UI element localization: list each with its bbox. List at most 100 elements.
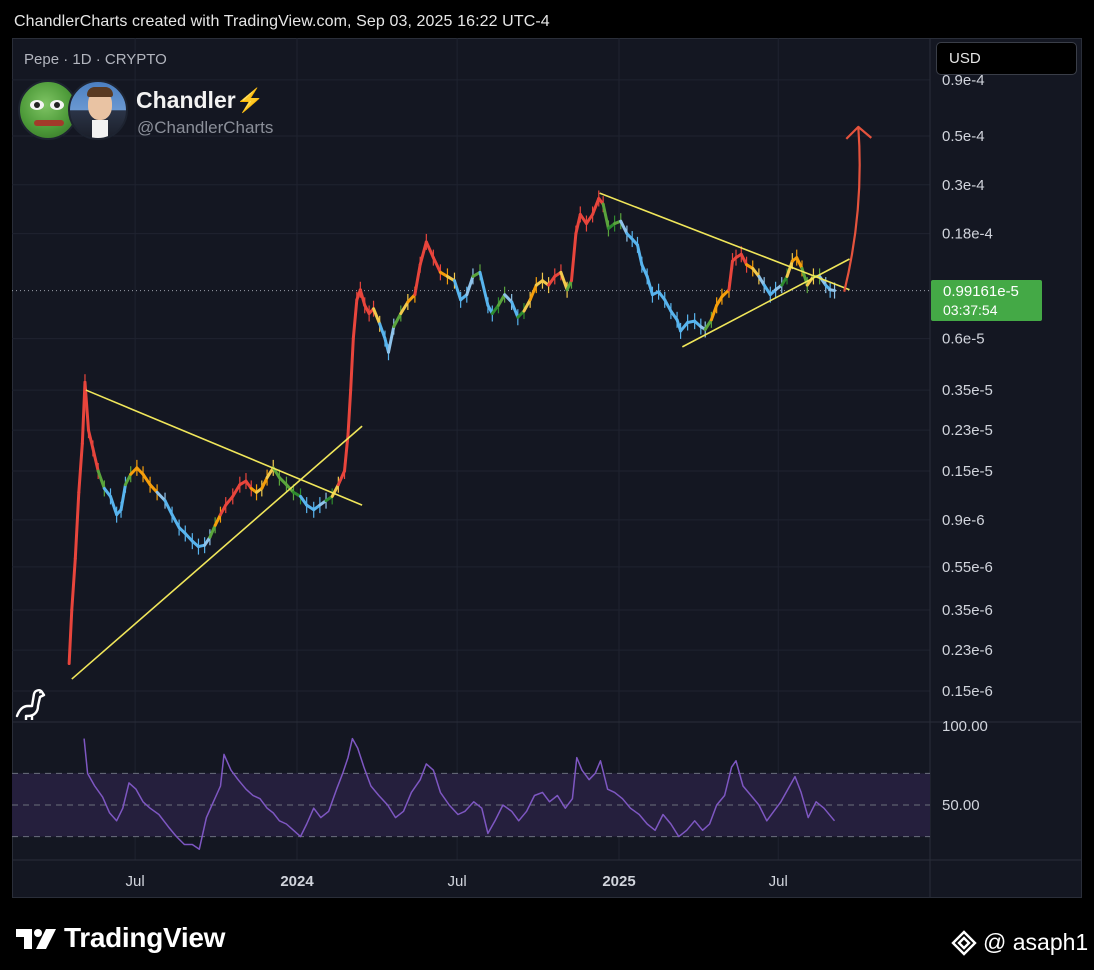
author-name: Chandler⚡ [136,87,265,113]
dino-icon[interactable] [14,686,48,720]
bar-countdown: 03:37:54 [943,302,998,318]
price-segment [123,472,133,487]
price-segment [703,318,713,331]
price-segment [372,307,382,326]
price-segment [584,212,595,226]
price-segment [406,293,417,304]
price-segment [102,486,112,498]
last-price-badge: 0.99161e-5 03:37:54 [931,280,1042,321]
x-tick-label: Jul [126,873,145,890]
price-segment [496,293,507,307]
price-segment [715,295,724,307]
price-segment [392,312,403,329]
price-segment [399,300,410,316]
price-segment [478,270,490,307]
axes: 0.9e-40.5e-40.3e-40.18e-40.6e-50.35e-50.… [126,72,993,890]
trendline [85,389,363,506]
price-segment [431,256,442,274]
price-segment [591,196,601,216]
price-segment [67,608,74,666]
price-segment [574,212,582,236]
drawings [71,125,873,680]
price-segment [565,279,573,292]
price-segment [378,322,387,341]
price-segment [170,513,181,530]
y-tick-label: 0.18e-4 [942,226,993,243]
y-tick-label: 0.23e-6 [942,642,993,659]
y-tick-label: 0.15e-5 [942,463,993,480]
currency-selector[interactable]: USD [936,42,1077,75]
tradingview-mark-icon [16,929,56,949]
watermark-text: @ asaph1 [983,929,1089,955]
price-segment [148,483,159,494]
price-segment [299,494,309,507]
price-segment [619,219,629,236]
price-segment [208,523,217,539]
price-segment [163,499,174,517]
rsi-tick-label: 100.00 [942,718,988,735]
price-segment [224,494,235,507]
tradingview-logo[interactable]: TradingView [14,920,225,956]
price-segment [751,266,761,278]
price-segment [795,256,804,270]
y-tick-label: 0.3e-4 [942,177,985,194]
y-tick-label: 0.35e-5 [942,382,993,399]
tradingview-wordmark: TradingView [64,922,226,953]
grid [12,38,1082,898]
price-segment [108,494,119,517]
price-segment [547,274,557,287]
price-segment [386,325,396,354]
author-avatar [68,80,128,140]
trendline [681,258,850,348]
price-chart[interactable]: 0.9e-40.5e-40.3e-40.18e-40.6e-50.35e-50.… [12,38,1082,898]
y-tick-label: 0.6e-5 [942,331,985,348]
price-segment [780,274,789,287]
price-segment [358,288,367,307]
price-segment [503,293,514,304]
price-segment [73,490,81,561]
price-segment [86,428,95,450]
price-segment [663,298,673,313]
price-segment [183,531,194,543]
price-segment [418,240,428,267]
price-series [67,190,837,666]
price-segment [141,472,152,487]
price-segment [578,212,588,226]
symbol-title[interactable]: Pepe · 1D · CRYPTO [24,51,167,68]
price-segment [218,503,228,517]
price-segment [657,290,667,302]
price-segment [155,490,167,503]
price-segment [490,303,500,316]
price-segment [413,263,422,297]
binance-square-icon [951,929,977,956]
y-tick-label: 0.5e-4 [942,128,985,145]
price-segment [601,202,610,230]
price-segment [265,466,275,480]
price-segment [709,303,719,322]
last-price-value: 0.99161e-5 [943,283,1019,300]
price-segment [569,232,578,283]
price-segment [762,283,772,297]
price-segment [119,483,127,512]
price-segment [640,263,649,278]
price-segment [522,298,532,313]
y-tick-label: 0.55e-6 [942,559,993,576]
price-segment [260,476,269,490]
price-segment [757,274,766,287]
price-segment [559,270,569,292]
price-segment [669,309,679,322]
price-segment [96,469,106,490]
price-segment [336,469,347,487]
y-tick-label: 0.15e-6 [942,683,993,700]
x-tick-label: Jul [769,873,788,890]
price-segment [231,483,242,498]
price-segment [645,274,654,297]
price-segment [679,320,690,333]
price-segment [635,243,644,267]
trendline [71,425,363,680]
x-tick-label: 2024 [280,873,314,890]
watermark: @ asaph1 [951,929,1088,956]
price-segment [91,446,100,473]
y-tick-label: 0.35e-6 [942,602,993,619]
price-segment [424,240,435,260]
